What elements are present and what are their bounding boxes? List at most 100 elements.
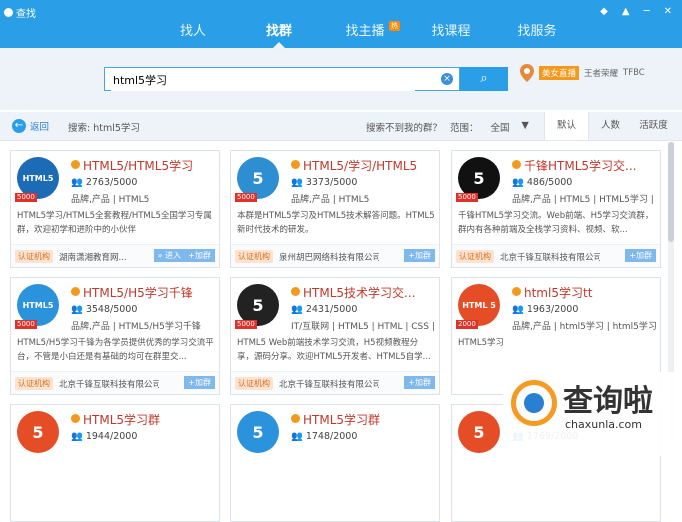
card-footer: 认证机构 湖南潇湘教育网...» 进入 +加群 bbox=[11, 244, 219, 267]
join-group-button[interactable]: +加群 bbox=[404, 249, 435, 262]
range-value[interactable]: 全国 bbox=[491, 120, 510, 134]
app-logo-icon bbox=[4, 8, 13, 17]
group-card[interactable]: 5 5000 HTML5/学习/HTML5 👥 3373/5000 品牌,产品 | HTM… bbox=[230, 150, 440, 268]
search-button[interactable]: ⌕ bbox=[460, 67, 508, 91]
member-limit-badge: 5000 bbox=[456, 193, 478, 202]
promo-link-2[interactable]: TFBC bbox=[623, 68, 645, 78]
members-icon: 👥 bbox=[512, 304, 524, 315]
group-name[interactable]: HTML5/学习/HTML5 bbox=[291, 157, 417, 174]
members-icon: 👥 bbox=[512, 177, 524, 188]
tab-find-service[interactable]: 找服务 bbox=[494, 22, 580, 48]
back-label: 返回 bbox=[30, 122, 50, 133]
scrollbar-thumb[interactable] bbox=[668, 142, 674, 242]
members-icon: 👥 bbox=[71, 304, 83, 315]
skin-icon[interactable]: ◆ bbox=[600, 6, 608, 17]
group-name[interactable]: HTML5/H5学习千锋 bbox=[71, 284, 193, 301]
org-name[interactable]: 北京千锋互联科技有限公司 bbox=[279, 378, 379, 390]
group-name[interactable]: 千锋HTML5学习交... bbox=[512, 157, 637, 174]
member-count: 👥 1963/2000 bbox=[512, 304, 579, 315]
group-avatar[interactable]: 5 bbox=[17, 411, 59, 453]
org-name[interactable]: 北京千锋互联科技有限公司... bbox=[59, 378, 159, 390]
group-card[interactable]: 5 5000 HTML5技术学习交... 👥 2431/5000 IT/互联网 | HTM… bbox=[230, 277, 440, 395]
app-title-text: 查找 bbox=[16, 9, 36, 20]
group-description: 本群是HTML5学习及HTML5技术解答问题。HTML5新时代技术的研发。 bbox=[237, 211, 435, 235]
group-card[interactable]: 5 HTML5学习群 👥 1944/2000 bbox=[10, 404, 220, 522]
clear-icon[interactable]: × bbox=[441, 73, 453, 85]
member-limit-badge: 5000 bbox=[15, 193, 37, 202]
group-name[interactable]: HTML5学习群 bbox=[71, 411, 160, 428]
card-footer: 认证机构 北京千锋互联科技有限公司 +加群 bbox=[452, 244, 660, 267]
hot-badge: 热 bbox=[389, 21, 400, 31]
search-summary: 搜索: html5学习 bbox=[68, 123, 140, 134]
member-limit-badge: 5000 bbox=[235, 320, 257, 329]
org-name[interactable]: 湖南潇湘教育网... bbox=[59, 251, 159, 263]
tab-find-host[interactable]: 找主播热 bbox=[322, 21, 408, 48]
org-name[interactable]: 泉州胡巴网络科技有限公司 bbox=[279, 251, 379, 263]
join-group-button[interactable]: +加群 bbox=[625, 249, 656, 262]
members-icon: 👥 bbox=[291, 177, 303, 188]
group-card[interactable]: 5 5000 千锋HTML5学习交... 👥 486/5000 品牌,产品 | HTML5… bbox=[451, 150, 661, 268]
certified-icon bbox=[71, 414, 80, 423]
group-card[interactable]: HTML5 5000 HTML5/HTML5学习 👥 2763/5000 品牌,产品 | … bbox=[10, 150, 220, 268]
search-input[interactable] bbox=[111, 69, 415, 91]
group-name[interactable]: HTML5学习群 bbox=[291, 411, 380, 428]
range-label: 范围： bbox=[450, 123, 479, 134]
minimize-icon[interactable]: ─ bbox=[644, 6, 650, 17]
group-avatar[interactable]: 5 bbox=[237, 411, 279, 453]
top-bar: 查找 ◆ ▲ ─ ✕ 找人 找群 找主播热 找课程 找服务 bbox=[0, 0, 682, 48]
group-description: HTML5 Web前端技术学习交流，H5视频教程分享，源码分享。欢迎HTML5开… bbox=[237, 338, 431, 362]
enter-button[interactable]: » 进入 bbox=[153, 249, 185, 262]
join-group-button[interactable]: +加群 bbox=[404, 376, 435, 389]
dropdown-icon[interactable]: ▼ bbox=[522, 120, 529, 134]
join-group-button[interactable]: +加群 bbox=[184, 376, 215, 389]
filter-bar: ← 返回 搜索: html5学习 搜索不到我的群？ 范围： 全国 ▼ 默认 人数… bbox=[0, 112, 682, 141]
sort-members[interactable]: 人数 bbox=[589, 112, 632, 140]
certified-org-tag: 认证机构 bbox=[235, 377, 273, 390]
sort-activity[interactable]: 活跃度 bbox=[632, 112, 675, 140]
close-icon[interactable]: ✕ bbox=[664, 6, 672, 17]
join-group-button[interactable]: +加群 bbox=[184, 249, 215, 262]
search-area: × ⌕ 美女直播 王者荣耀 TFBC bbox=[0, 48, 682, 110]
promo-link-1[interactable]: 王者荣耀 bbox=[584, 67, 618, 79]
range-select[interactable]: 范围： 全国 ▼ bbox=[450, 120, 529, 134]
tab-find-people[interactable]: 找人 bbox=[150, 22, 236, 48]
certified-org-tag: 认证机构 bbox=[15, 377, 53, 390]
watermark-en: chaxunla.com bbox=[565, 418, 642, 431]
watermark-cn: 查询啦 bbox=[563, 384, 653, 419]
not-found-link[interactable]: 搜索不到我的群？ bbox=[366, 120, 442, 134]
tab-find-group[interactable]: 找群 bbox=[236, 22, 322, 48]
back-arrow-icon: ← bbox=[12, 119, 26, 133]
watermark-logo-icon bbox=[511, 380, 557, 426]
member-count: 👥 2431/5000 bbox=[291, 304, 358, 315]
members-icon: 👥 bbox=[291, 304, 303, 315]
sort-default[interactable]: 默认 bbox=[544, 112, 589, 140]
group-description: HTML5/H5学习千锋为各学员提供优秀的学习交流平台，不管是小白还是有基础的均… bbox=[17, 338, 214, 362]
card-footer: 认证机构 泉州胡巴网络科技有限公司 +加群 bbox=[231, 244, 439, 267]
member-count: 👥 2763/5000 bbox=[71, 177, 138, 188]
org-name[interactable]: 北京千锋互联科技有限公司 bbox=[500, 251, 600, 263]
group-tags: IT/互联网 | HTML5 | HTML | CSS | bbox=[291, 322, 435, 332]
lock-icon[interactable]: ▲ bbox=[622, 6, 630, 17]
certified-icon bbox=[512, 287, 521, 296]
card-footer: 认证机构 北京千锋互联科技有限公司... +加群 bbox=[11, 371, 219, 394]
back-button[interactable]: ← 返回 bbox=[12, 119, 49, 133]
tab-find-course[interactable]: 找课程 bbox=[408, 22, 494, 48]
certified-icon bbox=[291, 287, 300, 296]
group-description: HTML5学习 bbox=[458, 338, 505, 348]
member-count: 👥 1944/2000 bbox=[71, 431, 138, 442]
group-card[interactable]: HTML5 5000 HTML5/H5学习千锋 👥 3548/5000 品牌,产品 | H… bbox=[10, 277, 220, 395]
group-name[interactable]: HTML5/HTML5学习 bbox=[71, 157, 193, 174]
main-tabs: 找人 找群 找主播热 找课程 找服务 bbox=[150, 21, 580, 48]
group-avatar[interactable]: 5 bbox=[458, 411, 500, 453]
group-name[interactable]: HTML5技术学习交... bbox=[291, 284, 416, 301]
group-card[interactable]: 5 HTML5学习群 👥 1748/2000 bbox=[230, 404, 440, 522]
group-tags: 品牌,产品 | HTML5 bbox=[71, 195, 150, 205]
group-tags: 品牌,产品 | html5学习 | html5学习 bbox=[512, 322, 657, 332]
live-tag[interactable]: 美女直播 bbox=[539, 66, 580, 80]
certified-org-tag: 认证机构 bbox=[456, 250, 494, 263]
sort-tabs: 默认 人数 活跃度 bbox=[544, 112, 675, 140]
location-pin-icon[interactable] bbox=[520, 64, 534, 82]
group-name[interactable]: html5学习tt bbox=[512, 284, 592, 301]
promo-area: 美女直播 王者荣耀 TFBC bbox=[520, 64, 645, 82]
card-footer: 认证机构 北京千锋互联科技有限公司 +加群 bbox=[231, 371, 439, 394]
